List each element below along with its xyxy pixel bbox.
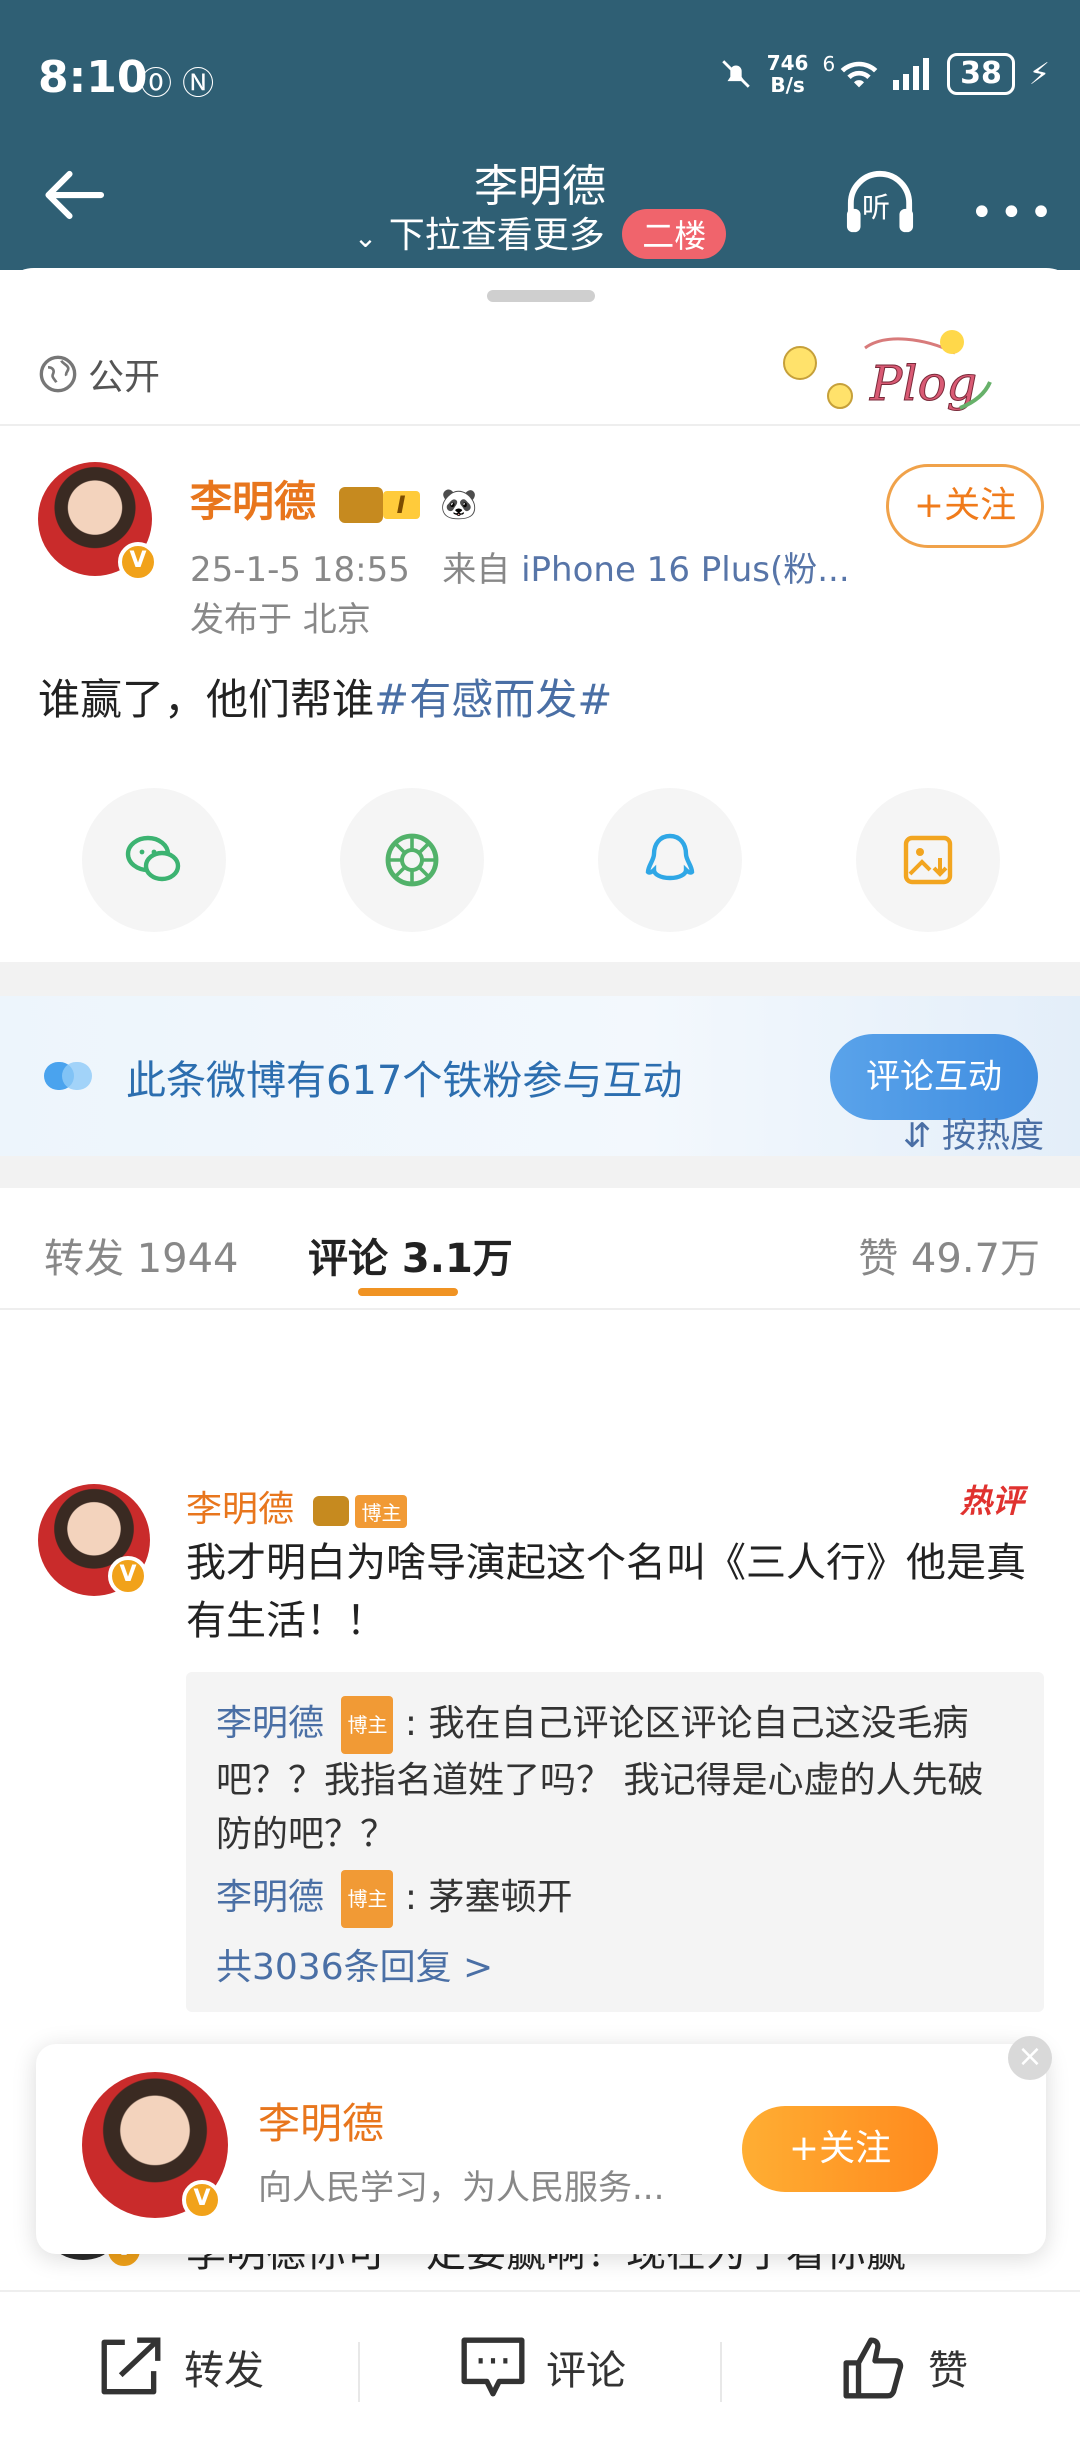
floor-badge: 二楼 — [622, 209, 727, 259]
hashtag-link[interactable]: #有感而发# — [374, 675, 612, 724]
repost-label: 转发 — [184, 2348, 264, 2394]
reply-box[interactable]: 李明德 博主 : 我在自己评论区评论自己这没毛病吧？？我指名道姓了吗？ 我记得是… — [186, 1672, 1044, 2012]
fans-banner-text: 此条微博有617个铁粉参与互动 — [126, 1058, 683, 1104]
globe-icon — [39, 355, 77, 393]
like-label: 赞 — [928, 2348, 968, 2394]
sort-icon: ⇵ — [902, 1116, 932, 1156]
fans-icon — [44, 1062, 92, 1090]
post-meta: 25-1-5 18:55 来自 iPhone 16 Plus(粉... — [190, 542, 850, 591]
post-text: 谁赢了，他们帮谁#有感而发# — [38, 666, 612, 727]
section-gap — [0, 962, 1080, 996]
verified-badge-icon: V — [182, 2180, 222, 2220]
host-tag: 博主 — [355, 1494, 408, 1528]
tab-underline — [358, 1288, 458, 1296]
svg-text:Plog: Plog — [869, 356, 977, 412]
plog-sticker-icon: Plog — [783, 330, 992, 413]
network-speed-unit: B/s — [770, 73, 805, 97]
comment-bubble-icon — [461, 2337, 525, 2397]
crown-icon — [313, 1496, 350, 1526]
reply-author[interactable]: 李明德 — [216, 1877, 324, 1918]
listen-button[interactable]: 听 — [840, 168, 920, 238]
pull-down-label: 下拉查看更多 — [388, 215, 605, 256]
thumbs-up-icon — [843, 2337, 904, 2399]
comment-author-row: 李明德 博主 — [186, 1480, 408, 1532]
status-bar: 8:10 ⓪ Ⓝ 746 B/s 6 38 ⚡ — [0, 0, 1080, 150]
status-notification-icons: ⓪ Ⓝ — [140, 64, 215, 102]
post-source[interactable]: iPhone 16 Plus(粉... — [521, 550, 850, 590]
divider — [0, 424, 1080, 426]
more-icon[interactable]: ••• — [970, 190, 1059, 236]
close-icon[interactable]: × — [1008, 2036, 1052, 2080]
verified-badge-icon: V — [118, 542, 158, 582]
share-wechat-button[interactable] — [82, 788, 226, 932]
repost-button[interactable]: 转发 — [96, 2334, 264, 2400]
post-body: 谁赢了，他们帮谁 — [38, 675, 375, 724]
bottom-action-bar: 转发 评论 赞 — [0, 2290, 1080, 2449]
author-name[interactable]: 李明德 — [190, 477, 316, 526]
follow-popup: × V 李明德 向人民学习，为人民服务... +关注 — [36, 2036, 1052, 2254]
post-time: 25-1-5 18:55 — [190, 550, 410, 590]
panda-icon: 🐼 — [440, 487, 478, 522]
comment-label: 评论 — [546, 2348, 626, 2394]
comment-text: 我才明白为啥导演起这个名叫《三人行》他是真有生活！！ — [186, 1540, 1026, 1644]
share-qq-button[interactable] — [598, 788, 742, 932]
qq-penguin-icon — [645, 833, 695, 881]
share-moments-button[interactable] — [340, 788, 484, 932]
tab-like[interactable]: 赞 49.7万 — [858, 1226, 1040, 1284]
divider — [358, 2342, 360, 2402]
status-right-group: 746 B/s 6 38 ⚡ — [719, 52, 1050, 96]
member-level-badge: I — [382, 490, 420, 519]
comment-author[interactable]: 李明德 — [186, 1489, 294, 1530]
chevron-down-icon: ⌄ — [353, 221, 378, 254]
save-image-button[interactable] — [856, 788, 1000, 932]
popup-bio: 向人民学习，为人民服务... — [258, 2168, 665, 2208]
tab-comment[interactable]: 评论 3.1万 — [308, 1226, 513, 1284]
section-gap-2 — [0, 1156, 1080, 1188]
image-download-icon — [903, 835, 953, 885]
reply-item: 李明德 博主 : 茅塞顿开 — [216, 1870, 1016, 1928]
reply-text: : 我在自己评论区评论自己这没毛病吧？？我指名道姓了吗？ 我记得是心虚的人先破防… — [216, 1703, 984, 1855]
mute-bell-icon — [721, 60, 750, 88]
network-speed: 746 B/s — [767, 52, 809, 96]
divider — [0, 1308, 1080, 1310]
reply-author[interactable]: 李明德 — [216, 1703, 324, 1744]
popup-follow-button[interactable]: +关注 — [742, 2106, 938, 2192]
wifi-generation: 6 — [822, 52, 836, 76]
host-tag: 博主 — [341, 1870, 394, 1928]
divider — [720, 2342, 722, 2402]
source-prefix: 来自 — [442, 550, 511, 590]
popup-name[interactable]: 李明德 — [258, 2090, 384, 2151]
status-time: 8:10 — [38, 52, 148, 103]
visibility-row: 公开 — [38, 348, 160, 400]
host-tag: 博主 — [341, 1696, 394, 1754]
reply-text: : 茅塞顿开 — [404, 1877, 573, 1918]
author-name-row: 李明德 I 🐼 — [190, 468, 478, 529]
cell-signal-icon — [893, 58, 930, 90]
tab-bar: 转发 1944 评论 3.1万 赞 49.7万 — [0, 1188, 1080, 1308]
battery-indicator: 38 — [947, 53, 1015, 95]
visibility-label: 公开 — [88, 357, 161, 398]
hot-comment-badge: 热评 — [960, 1482, 1025, 1520]
reply-item: 李明德 博主 : 我在自己评论区评论自己这没毛病吧？？我指名道姓了吗？ 我记得是… — [216, 1696, 1016, 1862]
share-arrow-icon — [101, 2337, 161, 2395]
verified-badge-icon: V — [108, 1556, 148, 1596]
nav-bar: 李明德 ⌄ 下拉查看更多 二楼 听 ••• — [0, 150, 1080, 270]
network-speed-value: 746 — [766, 51, 809, 75]
follow-button[interactable]: +关注 — [886, 464, 1044, 548]
like-button[interactable]: 赞 — [840, 2334, 968, 2400]
tab-repost[interactable]: 转发 1944 — [44, 1226, 239, 1284]
wechat-icon — [125, 835, 181, 882]
crown-icon — [338, 486, 383, 523]
comment-button[interactable]: 评论 — [458, 2334, 626, 2400]
charging-icon: ⚡ — [1028, 56, 1050, 92]
more-replies-link[interactable]: 共3036条回复 > — [216, 1938, 493, 1990]
wifi-icon — [840, 61, 878, 88]
sort-label: 按热度 — [942, 1116, 1044, 1156]
drag-handle[interactable] — [487, 290, 595, 302]
sort-toggle[interactable]: ⇵ 按热度 — [903, 1108, 1044, 1157]
post-location: 发布于 北京 — [190, 600, 371, 640]
listen-label: 听 — [862, 191, 891, 224]
camera-aperture-icon — [385, 833, 439, 887]
